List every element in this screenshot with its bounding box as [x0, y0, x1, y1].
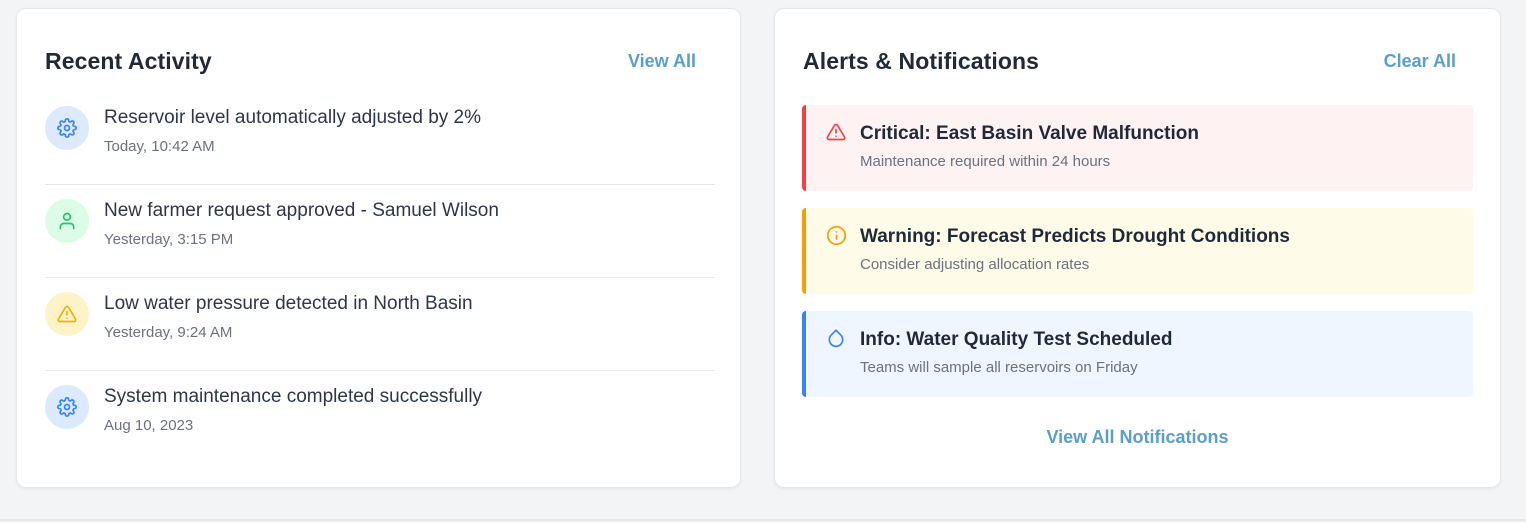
alert-warning[interactable]: Warning: Forecast Predicts Drought Condi…	[802, 208, 1473, 294]
alert-title: Info: Water Quality Test Scheduled	[860, 329, 1173, 350]
alert-info[interactable]: Info: Water Quality Test Scheduled Teams…	[802, 311, 1473, 397]
activity-text: Reservoir level automatically adjusted b…	[104, 106, 481, 155]
recent-activity-card: Recent Activity View All Reservoir level…	[16, 8, 741, 488]
alerts-notifications-card: Alerts & Notifications Clear All Critica…	[774, 8, 1501, 488]
alert-description: Teams will sample all reservoirs on Frid…	[860, 359, 1138, 376]
activity-item: Reservoir level automatically adjusted b…	[45, 92, 715, 185]
activity-item: System maintenance completed successfull…	[45, 371, 715, 464]
recent-activity-title: Recent Activity	[45, 47, 212, 74]
activity-time: Yesterday, 3:15 PM	[104, 231, 234, 248]
gear-icon	[45, 106, 89, 150]
activity-item: New farmer request approved - Samuel Wil…	[45, 185, 715, 278]
activity-title: New farmer request approved - Samuel Wil…	[104, 200, 499, 221]
alerts-title: Alerts & Notifications	[803, 47, 1040, 74]
recent-activity-header: Recent Activity View All	[45, 45, 712, 77]
clear-all-button[interactable]: Clear All	[1384, 51, 1456, 72]
alert-title: Warning: Forecast Predicts Drought Condi…	[860, 226, 1290, 247]
alert-triangle-icon	[826, 122, 848, 144]
alert-list: Critical: East Basin Valve Malfunction M…	[802, 105, 1473, 414]
page-bottom-divider	[0, 519, 1526, 521]
warning-triangle-icon	[45, 292, 89, 336]
activity-text: Low water pressure detected in North Bas…	[104, 292, 473, 341]
alert-description: Consider adjusting allocation rates	[860, 256, 1090, 273]
activity-title: Low water pressure detected in North Bas…	[104, 293, 473, 314]
view-all-activity-link[interactable]: View All	[628, 51, 696, 72]
activity-title: System maintenance completed successfull…	[104, 386, 483, 407]
activity-text: New farmer request approved - Samuel Wil…	[104, 199, 499, 248]
activity-time: Today, 10:42 AM	[104, 138, 215, 155]
activity-text: System maintenance completed successfull…	[104, 385, 482, 434]
alert-title: Critical: East Basin Valve Malfunction	[860, 123, 1199, 144]
view-all-notifications-link[interactable]: View All Notifications	[775, 427, 1500, 448]
user-icon	[45, 199, 89, 243]
info-circle-icon	[826, 225, 848, 247]
activity-item: Low water pressure detected in North Bas…	[45, 278, 715, 371]
dashboard-page: Recent Activity View All Reservoir level…	[0, 0, 1526, 523]
water-drop-icon	[826, 328, 848, 350]
alert-description: Maintenance required within 24 hours	[860, 153, 1111, 170]
gear-icon	[45, 385, 89, 429]
alert-critical[interactable]: Critical: East Basin Valve Malfunction M…	[802, 105, 1473, 191]
activity-time: Yesterday, 9:24 AM	[104, 324, 233, 341]
alerts-header: Alerts & Notifications Clear All	[803, 45, 1472, 77]
activity-list: Reservoir level automatically adjusted b…	[45, 92, 715, 464]
activity-title: Reservoir level automatically adjusted b…	[104, 107, 482, 128]
activity-time: Aug 10, 2023	[104, 417, 194, 434]
